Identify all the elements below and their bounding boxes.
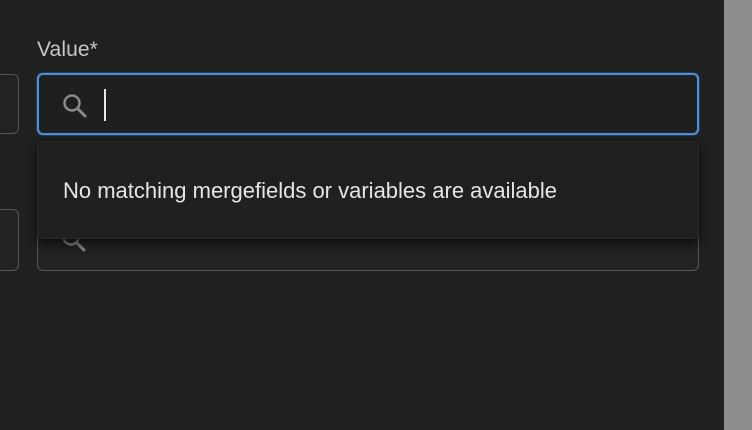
- form-panel: Value* No matching mergefields or variab…: [0, 0, 752, 430]
- value-search-field[interactable]: [37, 73, 699, 135]
- no-results-message: No matching mergefields or variables are…: [63, 178, 558, 203]
- mergefield-suggestions-dropdown: No matching mergefields or variables are…: [37, 141, 699, 239]
- scrollbar-track[interactable]: [724, 0, 752, 430]
- search-icon: [63, 94, 87, 118]
- left-truncated-field[interactable]: [0, 74, 19, 134]
- value-search-input[interactable]: [109, 85, 673, 127]
- value-field-label: Value*: [37, 38, 98, 61]
- text-caret: [104, 89, 106, 121]
- left-truncated-field-secondary[interactable]: [0, 209, 19, 271]
